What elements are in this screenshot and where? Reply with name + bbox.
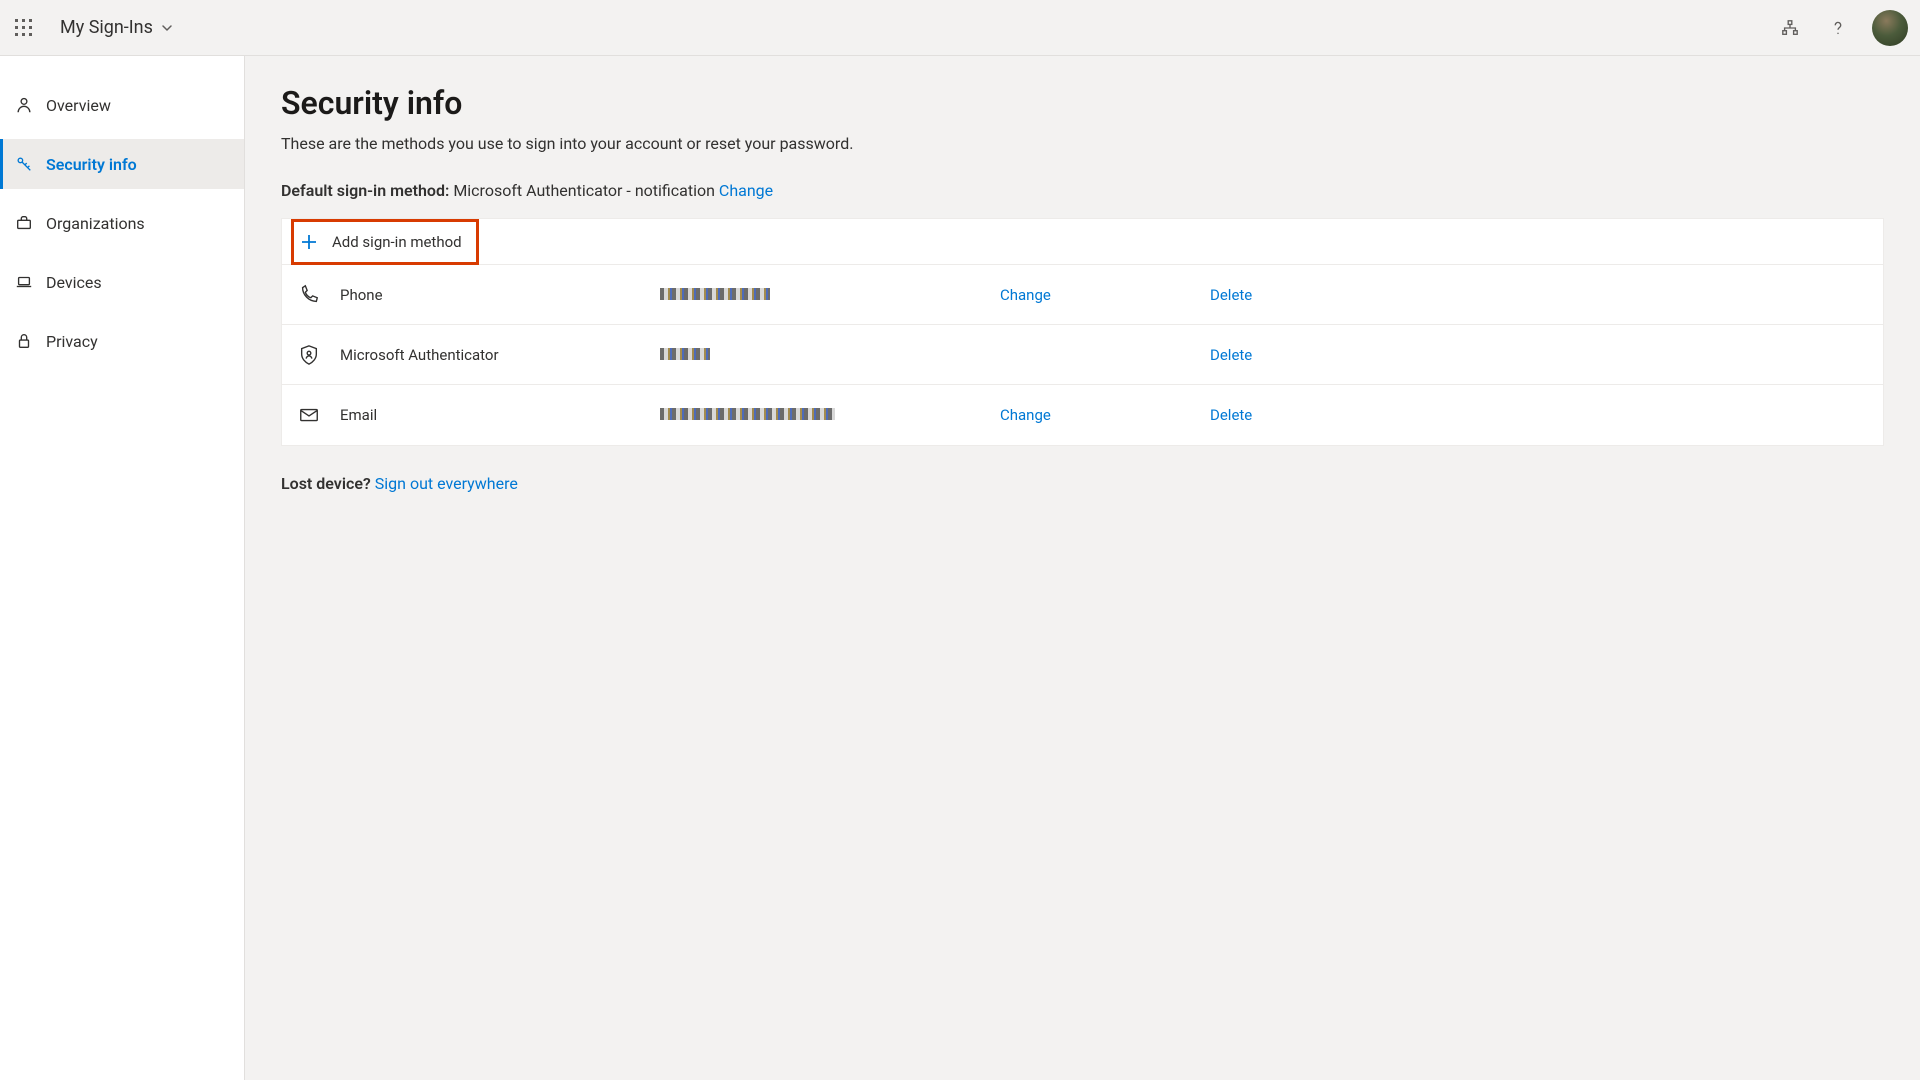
- sidebar-item-organizations[interactable]: Organizations: [0, 198, 244, 248]
- sidebar-item-privacy[interactable]: Privacy: [0, 316, 244, 366]
- app-title-dropdown[interactable]: My Sign-Ins: [60, 17, 173, 38]
- app-launcher-button[interactable]: [0, 0, 48, 56]
- sidebar: Overview Security info Organizations Dev…: [0, 56, 245, 1080]
- method-row-phone: Phone Change Delete: [282, 265, 1883, 325]
- sidebar-item-overview[interactable]: Overview: [0, 80, 244, 130]
- delete-link[interactable]: Delete: [1210, 346, 1252, 364]
- change-link[interactable]: Change: [1000, 286, 1051, 304]
- sign-out-everywhere-link[interactable]: Sign out everywhere: [375, 474, 518, 493]
- default-signin-label: Default sign-in method:: [281, 181, 449, 200]
- method-label: Phone: [330, 286, 660, 304]
- method-value: [660, 406, 1000, 424]
- method-row-authenticator: Microsoft Authenticator Delete: [282, 325, 1883, 385]
- method-label: Email: [330, 406, 660, 424]
- app-header: My Sign-Ins: [0, 0, 1920, 56]
- header-right: [1770, 8, 1908, 48]
- default-signin-value: Microsoft Authenticator - notification: [453, 181, 715, 200]
- method-value: [660, 346, 1000, 364]
- main-content: Security info These are the methods you …: [245, 56, 1920, 1080]
- method-delete-cell: Delete: [1210, 346, 1310, 364]
- delete-link[interactable]: Delete: [1210, 286, 1252, 304]
- laptop-icon: [14, 272, 34, 292]
- briefcase-icon: [14, 213, 34, 233]
- signin-methods-card: Add sign-in method Phone Change Delete M…: [281, 218, 1884, 446]
- user-avatar[interactable]: [1872, 10, 1908, 46]
- sidebar-item-security-info[interactable]: Security info: [0, 139, 244, 189]
- page-subtitle: These are the methods you use to sign in…: [281, 134, 1884, 153]
- method-label: Microsoft Authenticator: [330, 346, 660, 364]
- add-signin-method-label: Add sign-in method: [332, 233, 462, 251]
- sidebar-item-devices[interactable]: Devices: [0, 257, 244, 307]
- page-title: Security info: [281, 84, 1884, 122]
- add-signin-method-highlight: Add sign-in method: [291, 219, 479, 265]
- delete-link[interactable]: Delete: [1210, 406, 1252, 424]
- add-signin-method-button[interactable]: Add sign-in method: [282, 219, 1883, 265]
- header-left: My Sign-Ins: [0, 0, 173, 56]
- plus-icon: [300, 233, 318, 251]
- phone-icon: [298, 284, 330, 306]
- authenticator-icon: [298, 344, 330, 366]
- person-icon: [14, 95, 34, 115]
- method-change-cell: Change: [1000, 406, 1210, 424]
- method-change-cell: Change: [1000, 286, 1210, 304]
- sidebar-item-label: Overview: [46, 96, 111, 115]
- method-delete-cell: Delete: [1210, 286, 1310, 304]
- change-default-link[interactable]: Change: [719, 181, 773, 200]
- help-button[interactable]: [1818, 8, 1858, 48]
- app-title-label: My Sign-Ins: [60, 17, 153, 38]
- change-link[interactable]: Change: [1000, 406, 1051, 424]
- org-switcher-button[interactable]: [1770, 8, 1810, 48]
- method-row-email: Email Change Delete: [282, 385, 1883, 445]
- email-icon: [298, 404, 330, 426]
- chevron-down-icon: [161, 22, 173, 34]
- lost-device-label: Lost device?: [281, 474, 371, 493]
- sidebar-item-label: Privacy: [46, 332, 98, 351]
- default-signin-line: Default sign-in method: Microsoft Authen…: [281, 181, 1884, 200]
- sidebar-item-label: Devices: [46, 273, 102, 292]
- method-value: [660, 286, 1000, 304]
- lost-device-line: Lost device? Sign out everywhere: [281, 474, 1884, 493]
- method-delete-cell: Delete: [1210, 406, 1310, 424]
- sidebar-item-label: Security info: [46, 155, 137, 174]
- key-icon: [14, 154, 34, 174]
- lock-icon: [14, 331, 34, 351]
- sidebar-item-label: Organizations: [46, 214, 145, 233]
